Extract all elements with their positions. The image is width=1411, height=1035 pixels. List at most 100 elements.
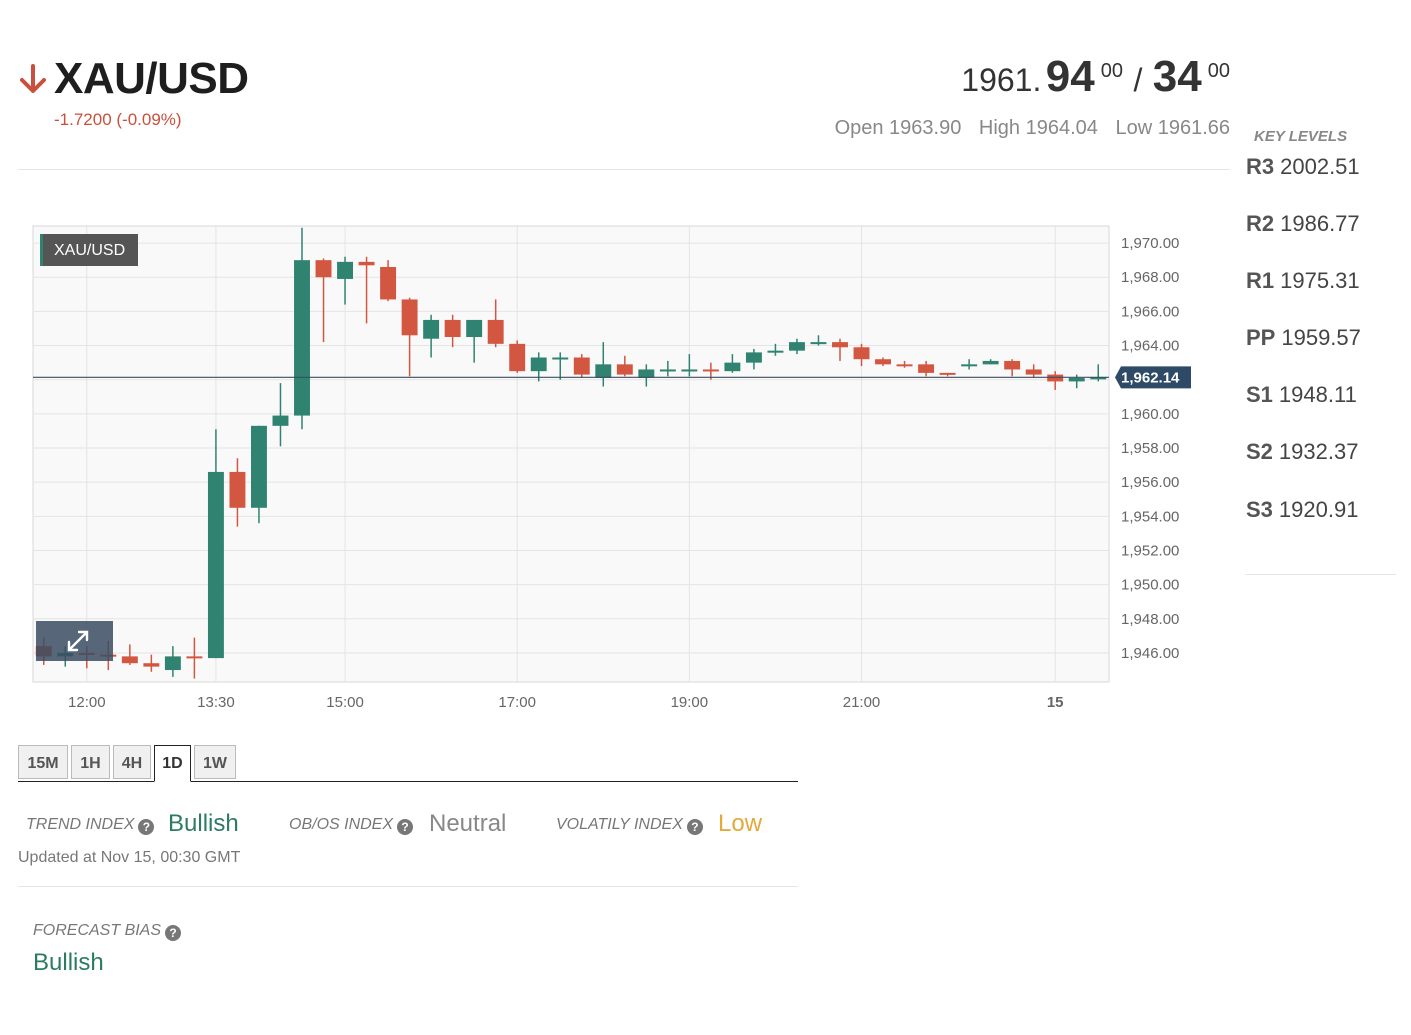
key-level-label: R3 bbox=[1246, 154, 1275, 179]
candle-body bbox=[724, 362, 741, 372]
candle-body bbox=[509, 343, 526, 372]
key-level-label: S3 bbox=[1246, 497, 1273, 522]
candle-body bbox=[121, 656, 138, 664]
tab-4h[interactable]: 4H bbox=[113, 745, 151, 779]
x-tick-label: 12:00 bbox=[68, 694, 106, 711]
candle-body bbox=[466, 319, 483, 338]
trend-index-value: Bullish bbox=[168, 810, 239, 837]
candle-body bbox=[552, 357, 569, 360]
key-level-pp: PP 1959.57 bbox=[1246, 325, 1361, 351]
key-level-value: 1920.91 bbox=[1278, 497, 1359, 522]
key-level-r2: R2 1986.77 bbox=[1246, 211, 1360, 237]
candle-body bbox=[444, 319, 461, 338]
current-price-tag: 1,962.14 bbox=[1115, 366, 1191, 389]
candle-body bbox=[702, 369, 719, 372]
candle-body bbox=[401, 299, 418, 336]
question-circle-icon[interactable]: ? bbox=[686, 819, 703, 835]
candle-body bbox=[810, 342, 827, 345]
expand-button-bg[interactable] bbox=[36, 621, 113, 661]
candle-body bbox=[832, 342, 848, 348]
key-level-value: 2002.51 bbox=[1280, 154, 1360, 179]
x-tick-label: 19:00 bbox=[671, 694, 709, 711]
candle-body bbox=[294, 260, 310, 416]
price-chart[interactable]: 1,970.001,968.001,966.001,964.001,962.00… bbox=[0, 215, 1230, 725]
tab-1w[interactable]: 1W bbox=[194, 745, 236, 779]
x-tick-label: 17:00 bbox=[498, 694, 536, 711]
candle-body bbox=[143, 663, 160, 667]
candle-body bbox=[659, 369, 676, 372]
y-tick-label: 1,970.00 bbox=[1121, 235, 1179, 252]
forecast-bias-text: FORECAST BIAS bbox=[33, 922, 162, 939]
low-price: Low 1961.66 bbox=[1115, 117, 1230, 139]
candle-body bbox=[573, 357, 590, 375]
tab-1h[interactable]: 1H bbox=[71, 745, 110, 779]
ohl-stats: Open 1963.90 High 1964.04 Low 1961.66 bbox=[823, 117, 1230, 140]
x-tick-label: 15 bbox=[1047, 694, 1064, 711]
candle-body bbox=[380, 266, 397, 300]
ask-price-sup: 00 bbox=[1207, 60, 1230, 82]
volatility-index-label: VOLATILY INDEX? bbox=[556, 816, 703, 835]
bid-price-sup: 00 bbox=[1100, 60, 1123, 82]
candle-body bbox=[423, 319, 440, 339]
divider bbox=[1245, 574, 1396, 575]
candle-body bbox=[1025, 369, 1042, 375]
candle-body bbox=[681, 369, 698, 372]
key-level-r1: R1 1975.31 bbox=[1246, 268, 1360, 294]
y-tick-label: 1,966.00 bbox=[1121, 303, 1179, 320]
candle-body bbox=[788, 342, 805, 351]
y-tick-label: 1,954.00 bbox=[1121, 508, 1179, 525]
forecast-bias-value: Bullish bbox=[33, 949, 104, 976]
key-level-label: R2 bbox=[1246, 211, 1275, 236]
divider bbox=[18, 886, 798, 887]
candle-body bbox=[616, 364, 633, 375]
candle-body bbox=[1068, 378, 1085, 382]
x-tick-label: 13:30 bbox=[197, 694, 235, 711]
candle-body bbox=[315, 260, 332, 278]
symbol-tag-label: XAU/USD bbox=[54, 242, 125, 259]
candle-body bbox=[853, 347, 870, 360]
candle-body bbox=[207, 471, 224, 659]
ask-price-big: 34 bbox=[1152, 52, 1202, 101]
y-tick-label: 1,948.00 bbox=[1121, 611, 1179, 628]
candle-body bbox=[982, 360, 999, 365]
candle-body bbox=[337, 261, 354, 279]
expand-button[interactable] bbox=[36, 621, 113, 661]
question-circle-icon[interactable]: ? bbox=[165, 925, 182, 941]
candle-body bbox=[229, 471, 246, 508]
trend-index-text: TREND INDEX bbox=[26, 816, 135, 833]
candle-body bbox=[918, 364, 935, 373]
obos-index-value: Neutral bbox=[429, 810, 507, 837]
plot-area bbox=[32, 225, 1110, 683]
candle-body bbox=[250, 425, 267, 508]
candle-body bbox=[939, 372, 956, 375]
key-level-s2: S2 1932.37 bbox=[1246, 439, 1358, 465]
price-separator: / bbox=[1133, 62, 1143, 98]
question-circle-icon[interactable]: ? bbox=[397, 819, 414, 835]
candle-body bbox=[1047, 374, 1064, 382]
instrument-symbol: XAU/USD bbox=[54, 54, 249, 103]
y-tick-label: 1,946.00 bbox=[1121, 645, 1179, 662]
candle-body bbox=[595, 364, 612, 378]
price-change: -1.7200 (-0.09%) bbox=[54, 110, 182, 129]
tab-1d[interactable]: 1D bbox=[154, 745, 191, 782]
current-price-label: 1,962.14 bbox=[1121, 369, 1180, 386]
bid-ask-price: 1961. 94 00 / 34 00 bbox=[961, 52, 1230, 102]
candle-body bbox=[164, 656, 181, 671]
question-circle-icon[interactable]: ? bbox=[138, 819, 155, 835]
y-tick-label: 1,952.00 bbox=[1121, 542, 1179, 559]
candle-body bbox=[186, 656, 203, 659]
tab-15m[interactable]: 15M bbox=[18, 745, 68, 779]
y-tick-label: 1,956.00 bbox=[1121, 474, 1179, 491]
forecast-bias-label: FORECAST BIAS? bbox=[33, 922, 182, 941]
y-axis: 1,970.001,968.001,966.001,964.001,962.00… bbox=[1121, 235, 1179, 662]
high-price: High 1964.04 bbox=[978, 117, 1098, 139]
bid-price-main: 1961. bbox=[961, 62, 1042, 98]
key-level-s1: S1 1948.11 bbox=[1246, 382, 1357, 408]
key-level-r3: R3 2002.51 bbox=[1246, 154, 1360, 180]
y-tick-label: 1,950.00 bbox=[1121, 577, 1179, 594]
obos-index-label: OB/OS INDEX? bbox=[289, 816, 414, 835]
candle-body bbox=[745, 352, 762, 363]
y-tick-label: 1,964.00 bbox=[1121, 338, 1179, 355]
key-level-value: 1948.11 bbox=[1278, 382, 1357, 407]
updated-timestamp: Updated at Nov 15, 00:30 GMT bbox=[18, 849, 241, 866]
